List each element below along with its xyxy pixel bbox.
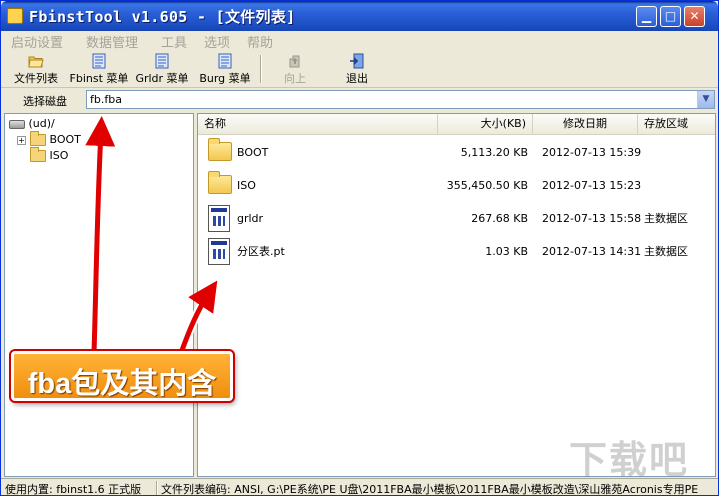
column-size[interactable]: 大小(KB): [438, 114, 533, 134]
exit-button[interactable]: 退出: [339, 53, 375, 86]
status-version: 使用内置: fbinst1.6 正式版: [5, 483, 142, 496]
grldr-menu-button[interactable]: Grldr 菜单: [134, 53, 190, 86]
burg-menu-button[interactable]: Burg 菜单: [197, 53, 253, 86]
fbinst-menu-button[interactable]: Fbinst 菜单: [69, 53, 129, 86]
row-area: 主数据区: [644, 245, 688, 258]
tree-root-node[interactable]: (ud)/: [9, 117, 55, 130]
tree-node-label: ISO: [49, 149, 69, 162]
menu-document-icon: [92, 53, 106, 69]
drive-label: 选择磁盘: [23, 95, 67, 108]
row-date: 2012-07-13 15:23: [542, 179, 642, 192]
row-name: grldr: [237, 212, 264, 225]
row-name: 分区表.pt: [237, 245, 285, 258]
chevron-down-icon[interactable]: ▼: [697, 91, 714, 108]
folder-icon: [208, 138, 232, 161]
title-bar[interactable]: FbinstTool v1.605 - [文件列表] ▁ □ ✕: [1, 1, 718, 31]
window-title: FbinstTool v1.605 - [文件列表]: [29, 8, 296, 26]
menu-boot-settings[interactable]: 启动设置: [11, 32, 63, 51]
file-list: 名称 大小(KB) 修改日期 存放区域 BOOT 5,113.20 KB 201…: [197, 113, 716, 477]
exit-label: 退出: [346, 72, 368, 85]
status-bar: 使用内置: fbinst1.6 正式版 文件列表编码: ANSI, G:\PE系…: [1, 478, 718, 496]
folder-icon: [30, 131, 46, 146]
folder-tree: (ud)/ + BOOT ISO: [4, 113, 194, 477]
folder-icon: [30, 147, 46, 162]
up-arrow-icon: [289, 55, 300, 68]
menu-data-management[interactable]: 数据管理: [86, 32, 138, 51]
column-area[interactable]: 存放区域: [638, 114, 715, 134]
column-date[interactable]: 修改日期: [533, 114, 638, 134]
up-label: 向上: [284, 72, 306, 85]
up-button[interactable]: 向上: [277, 53, 313, 86]
tree-node-boot[interactable]: BOOT: [30, 131, 81, 146]
file-icon: [208, 238, 230, 265]
column-name[interactable]: 名称: [198, 114, 438, 134]
list-header: 名称 大小(KB) 修改日期 存放区域: [198, 114, 715, 135]
folder-icon: [208, 171, 232, 194]
menu-options[interactable]: 选项: [204, 32, 230, 51]
tree-expand-boot[interactable]: +: [17, 136, 26, 145]
row-date: 2012-07-13 15:39: [542, 146, 642, 159]
status-path: 文件列表编码: ANSI, G:\PE系统\PE U盘\2011FBA最小模板\…: [161, 483, 699, 496]
folder-open-icon: [28, 56, 44, 68]
tree-node-label: BOOT: [49, 133, 81, 146]
drive-select[interactable]: fb.fba ▼: [86, 90, 715, 109]
row-size: 1.03 KB: [485, 245, 528, 258]
drive-select-value: fb.fba: [90, 93, 122, 106]
app-window: FbinstTool v1.605 - [文件列表] ▁ □ ✕ 启动设置 数据…: [0, 0, 719, 496]
tree-root-label: (ud)/: [28, 117, 55, 130]
row-name: BOOT: [237, 146, 269, 159]
fbinst-menu-label: Fbinst 菜单: [69, 72, 129, 85]
table-row[interactable]: ISO 355,450.50 KB 2012-07-13 15:23: [198, 169, 715, 202]
drive-row: 选择磁盘 fb.fba ▼: [1, 88, 718, 112]
table-row[interactable]: 分区表.pt 1.03 KB 2012-07-13 14:31 主数据区: [198, 235, 715, 268]
annotation-text: fba包及其内含: [27, 368, 217, 400]
menu-document-icon: [218, 53, 232, 69]
toolbar-separator: [260, 55, 262, 83]
burg-menu-label: Burg 菜单: [199, 72, 251, 85]
menu-help[interactable]: 帮助: [247, 32, 273, 51]
row-date: 2012-07-13 14:31: [542, 245, 642, 258]
status-divider: [156, 481, 158, 495]
menu-document-icon: [155, 53, 169, 69]
row-size: 267.68 KB: [471, 212, 528, 225]
annotation-callout: fba包及其内含: [9, 349, 235, 403]
file-icon: [208, 205, 230, 232]
exit-door-icon: [350, 53, 364, 69]
file-list-button[interactable]: 文件列表: [9, 53, 63, 86]
table-row[interactable]: grldr 267.68 KB 2012-07-13 15:58 主数据区: [198, 202, 715, 235]
drive-icon: [9, 119, 25, 129]
watermark-logo: 下载吧: [569, 438, 690, 482]
maximize-button[interactable]: □: [660, 6, 681, 27]
row-area: 主数据区: [644, 212, 688, 225]
menu-bar: 启动设置 数据管理 工具 选项 帮助: [1, 31, 718, 51]
tree-node-iso[interactable]: ISO: [30, 147, 69, 162]
file-list-label: 文件列表: [14, 72, 58, 85]
row-size: 355,450.50 KB: [446, 179, 528, 192]
row-name: ISO: [237, 179, 256, 192]
grldr-menu-label: Grldr 菜单: [135, 72, 189, 85]
close-button[interactable]: ✕: [684, 6, 705, 27]
row-date: 2012-07-13 15:58: [542, 212, 642, 225]
table-row[interactable]: BOOT 5,113.20 KB 2012-07-13 15:39: [198, 136, 715, 169]
minimize-button[interactable]: ▁: [636, 6, 657, 27]
app-icon: [7, 8, 23, 24]
menu-tools[interactable]: 工具: [161, 32, 187, 51]
row-size: 5,113.20 KB: [460, 146, 528, 159]
toolbar: 文件列表 Fbinst 菜单 Grldr 菜单 Burg 菜单 向上 退出: [1, 50, 718, 88]
